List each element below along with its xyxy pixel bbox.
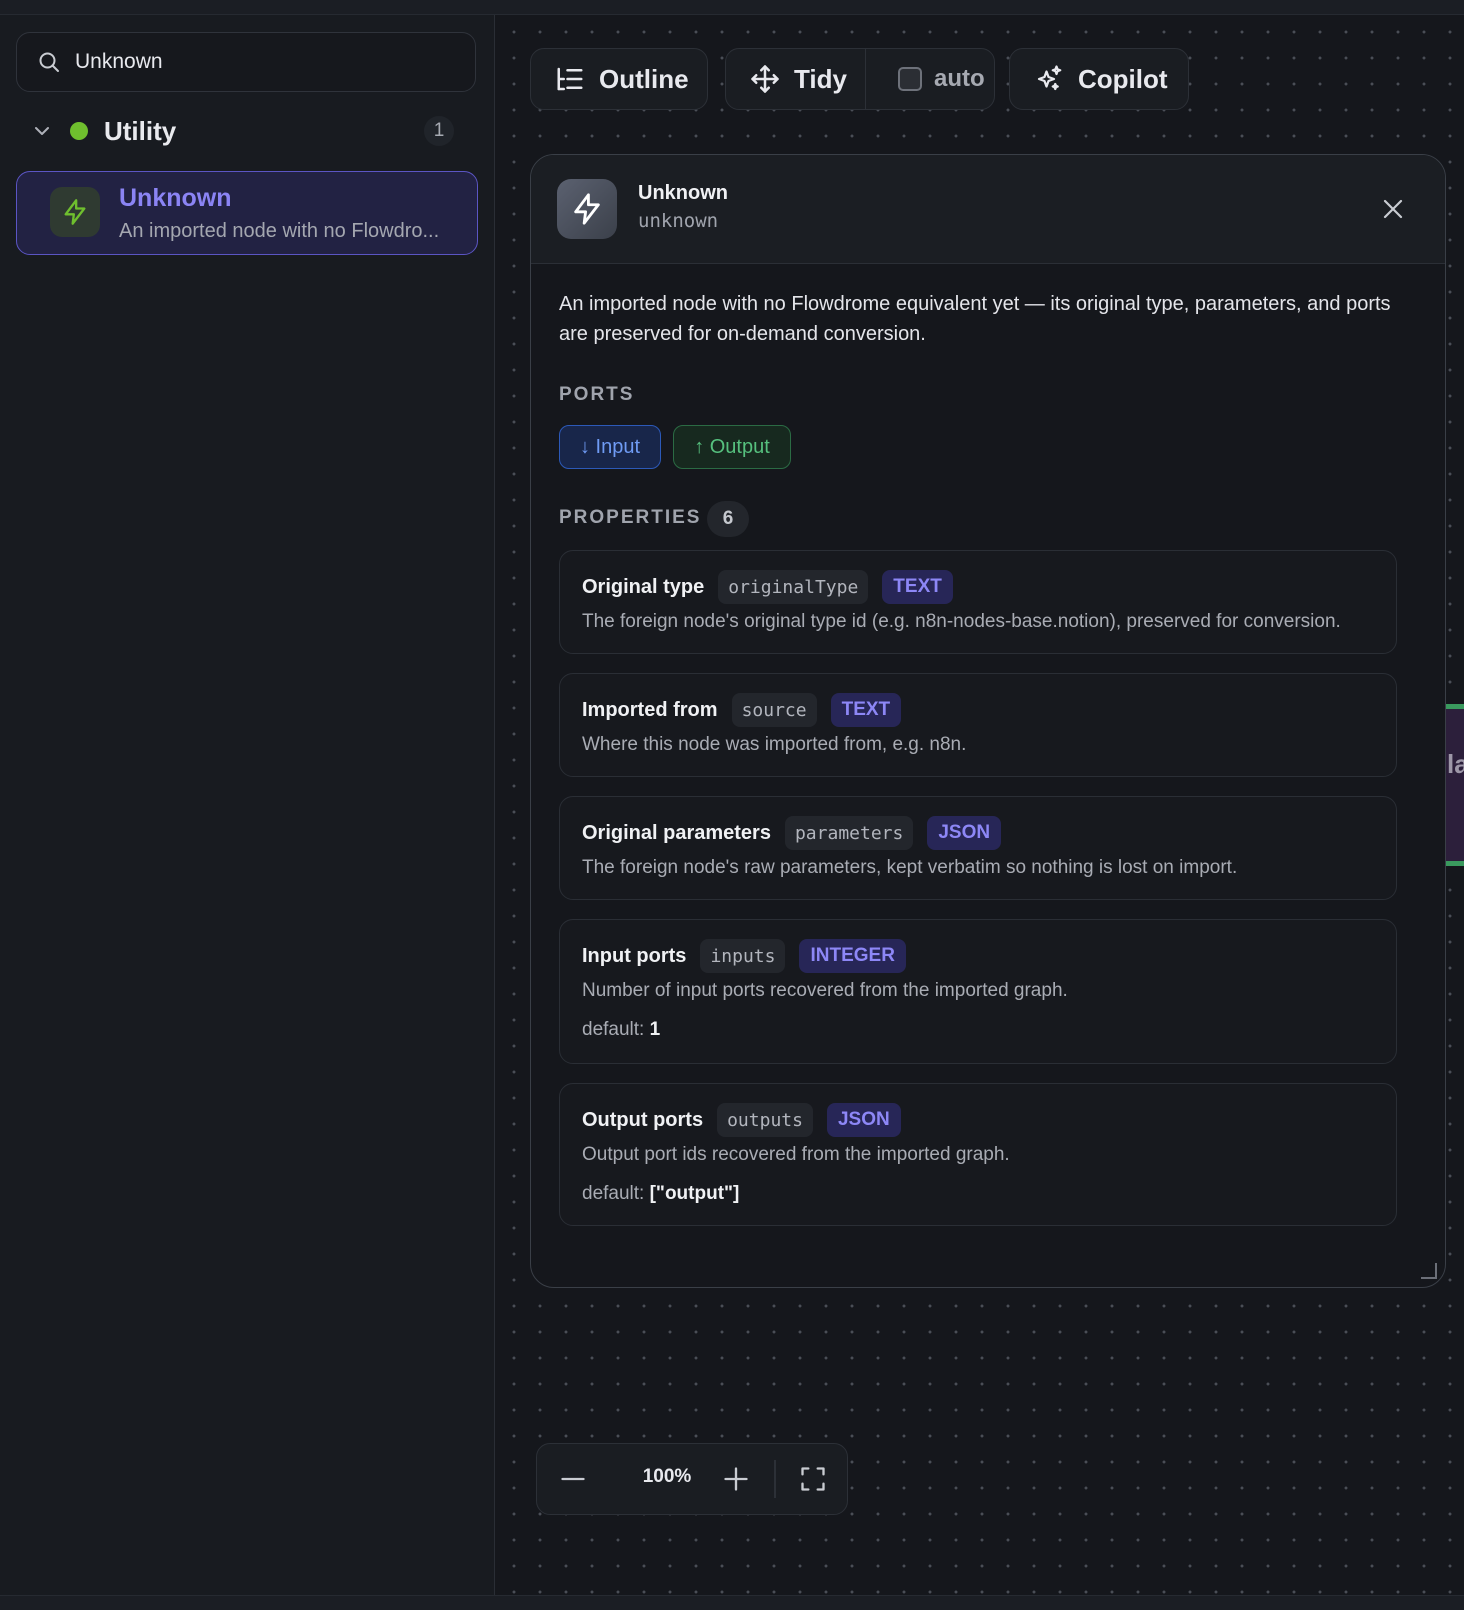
zoom-divider: [774, 1460, 776, 1498]
tidy-label: Tidy: [794, 63, 847, 94]
property-card: Output ports outputs JSON Output port id…: [559, 1083, 1397, 1226]
plus-icon[interactable]: [722, 1465, 750, 1493]
property-default: default: 1: [582, 1019, 660, 1041]
node-library-sidebar: Unknown Utility 1 Unknown An imported no…: [0, 15, 495, 1596]
property-type-badge: INTEGER: [799, 939, 906, 973]
output-port-chip[interactable]: ↑ Output: [673, 425, 791, 469]
outline-label: Outline: [599, 63, 689, 94]
workflow-canvas[interactable]: Outline Tidy auto Copilot Unknown unknow…: [495, 15, 1464, 1596]
resize-handle[interactable]: [1421, 1263, 1437, 1279]
move-icon: [751, 65, 779, 93]
tidy-control: Tidy auto: [725, 48, 995, 110]
search-icon: [39, 52, 59, 72]
chevron-down-icon[interactable]: [30, 119, 54, 143]
search-value[interactable]: Unknown: [75, 50, 163, 74]
property-type-badge: JSON: [826, 1103, 901, 1137]
category-label: Utility: [104, 115, 177, 146]
node-detail-panel: Unknown unknown An imported node with no…: [530, 154, 1446, 1288]
bolt-icon: [64, 199, 86, 225]
outline-button[interactable]: Outline: [530, 48, 708, 110]
fit-view-icon[interactable]: [799, 1465, 827, 1493]
panel-description: An imported node with no Flowdrome equiv…: [559, 293, 1391, 345]
property-description: The foreign node's raw parameters, kept …: [582, 857, 1238, 878]
node-item-description: An imported node with no Flowdro...: [119, 220, 440, 242]
ports-heading: PORTS: [559, 384, 635, 405]
zoom-controls: 100%: [536, 1443, 848, 1515]
category-group-utility[interactable]: Utility 1: [30, 113, 460, 149]
library-node-item[interactable]: Unknown An imported node with no Flowdro…: [16, 171, 478, 255]
properties-count-badge: 6: [707, 501, 749, 537]
default-label: default:: [582, 1019, 645, 1040]
property-card: Original type originalType TEXT The fore…: [559, 550, 1397, 654]
default-value: ["output"]: [649, 1183, 740, 1204]
node-item-title: Unknown: [119, 184, 232, 212]
minus-icon[interactable]: [559, 1465, 587, 1493]
property-description: Where this node was imported from, e.g. …: [582, 734, 967, 755]
window-top-bar: [0, 0, 1464, 15]
auto-checkbox[interactable]: [898, 67, 922, 91]
panel-title: Unknown: [638, 182, 728, 204]
property-name: Original type: [582, 575, 705, 598]
property-default: default: ["output"]: [582, 1183, 739, 1205]
property-description: The foreign node's original type id (e.g…: [582, 611, 1341, 632]
panel-header: Unknown unknown: [531, 155, 1445, 264]
property-key: inputs: [700, 939, 786, 973]
outline-icon: [557, 67, 583, 91]
property-type-badge: TEXT: [830, 693, 902, 727]
panel-subtitle: unknown: [638, 210, 719, 232]
property-key: outputs: [717, 1103, 813, 1137]
property-description: Output port ids recovered from the impor…: [582, 1144, 1010, 1165]
default-label: default:: [582, 1183, 645, 1204]
property-type-badge: JSON: [927, 816, 1002, 850]
auto-tidy-toggle[interactable]: auto: [866, 49, 985, 109]
property-type-badge: TEXT: [882, 570, 953, 604]
tidy-button[interactable]: Tidy: [726, 49, 866, 109]
property-card: Imported from source TEXT Where this nod…: [559, 673, 1397, 777]
property-name: Imported from: [582, 698, 718, 721]
sparkles-icon: [1037, 65, 1062, 91]
property-name: Input ports: [582, 944, 687, 967]
zoom-level: 100%: [642, 1466, 692, 1487]
property-key: source: [731, 693, 817, 727]
canvas-node-partial[interactable]: la: [1446, 704, 1464, 866]
property-card: Input ports inputs INTEGER Number of inp…: [559, 919, 1397, 1064]
default-value: 1: [649, 1019, 661, 1040]
category-count-badge: 1: [424, 116, 454, 146]
property-key: originalType: [718, 570, 869, 604]
input-port-chip[interactable]: ↓ Input: [559, 425, 661, 469]
search-input[interactable]: Unknown: [16, 32, 476, 92]
canvas-node-label: la: [1447, 749, 1464, 779]
node-type-icon: [50, 187, 100, 237]
bolt-icon: [574, 193, 600, 225]
property-key: parameters: [784, 816, 914, 850]
copilot-label: Copilot: [1078, 63, 1168, 94]
property-card: Original parameters parameters JSON The …: [559, 796, 1397, 900]
category-status-dot: [70, 122, 88, 140]
window-bottom-bar: [0, 1595, 1464, 1610]
copilot-button[interactable]: Copilot: [1009, 48, 1189, 110]
property-description: Number of input ports recovered from the…: [582, 980, 1068, 1001]
panel-node-icon: [557, 179, 617, 239]
property-name: Original parameters: [582, 821, 771, 844]
auto-label: auto: [934, 65, 985, 92]
close-icon[interactable]: [1381, 197, 1405, 221]
property-name: Output ports: [582, 1108, 704, 1131]
properties-heading: PROPERTIES: [559, 507, 702, 528]
